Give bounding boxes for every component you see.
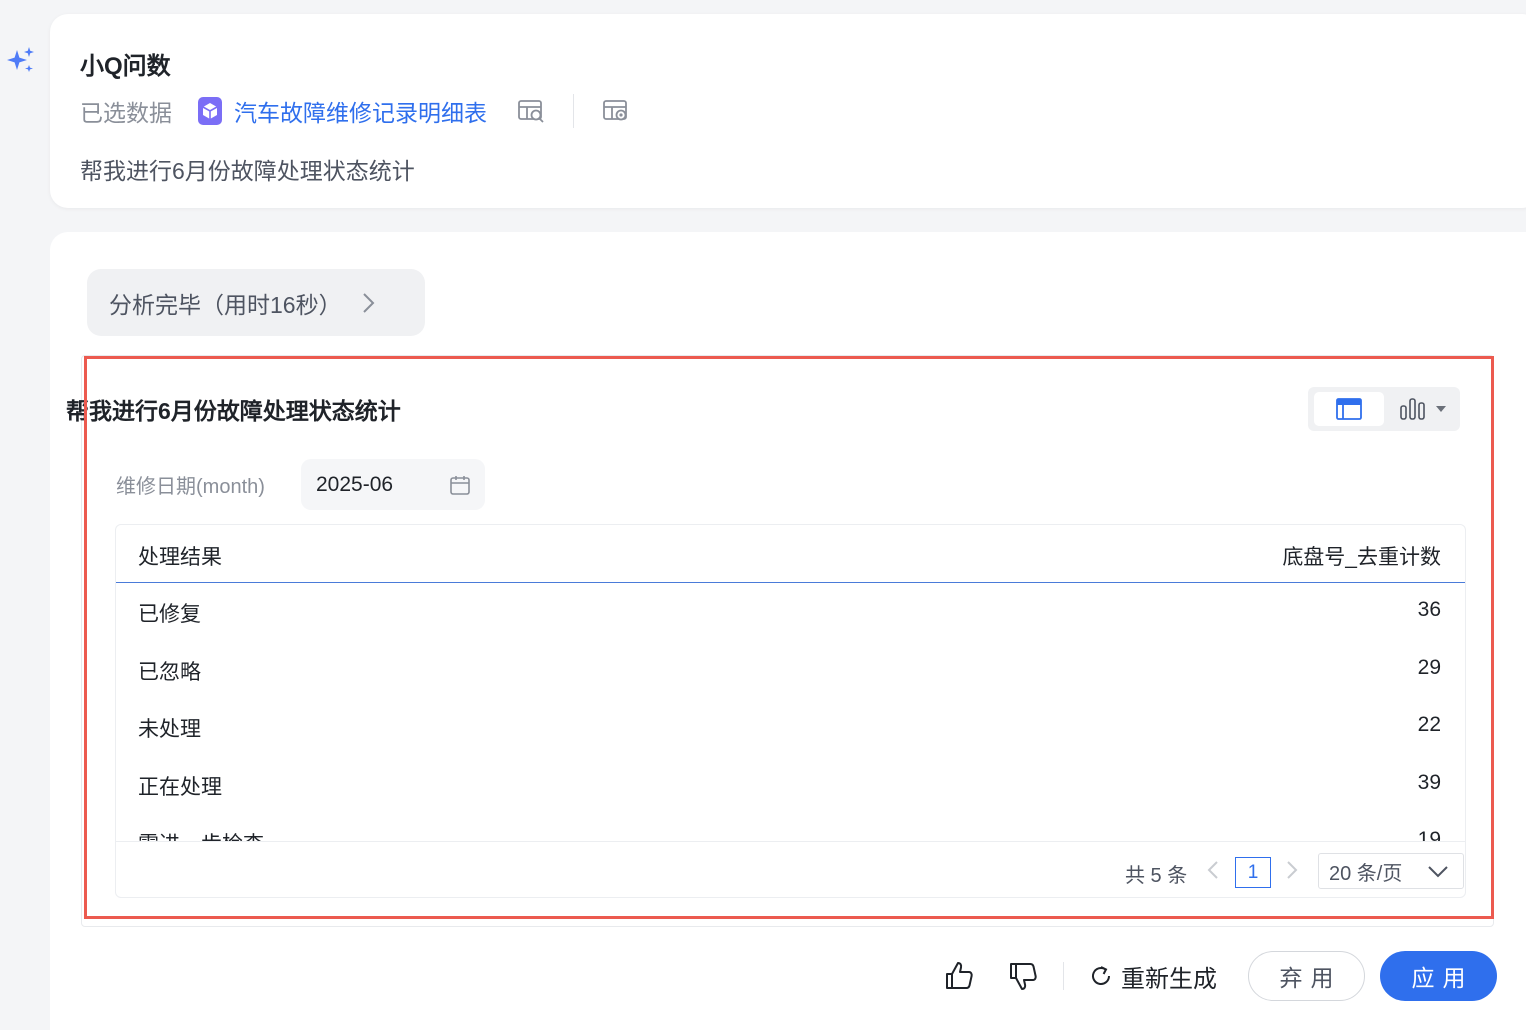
page-size-select[interactable]: 20 条/页 <box>1318 853 1464 889</box>
page: 小Q问数 已选数据 汽车故障维修记录明细表 帮我进行6月份故障处理状态统计 分析… <box>0 0 1526 1030</box>
cell-result: 已修复 <box>138 603 201 626</box>
column-header-result[interactable]: 处理结果 <box>138 541 222 571</box>
regenerate-button[interactable]: 重新生成 <box>1089 958 1217 994</box>
analysis-status-toggle[interactable]: 分析完毕（用时16秒） <box>87 269 425 336</box>
sparkle-icon <box>7 47 34 72</box>
dataset-name-link[interactable]: 汽车故障维修记录明细表 <box>234 94 487 128</box>
chevron-right-icon[interactable] <box>1281 857 1303 883</box>
cell-result: 已忽略 <box>138 660 201 684</box>
table-view-icon <box>1336 398 1362 420</box>
table-header: 处理结果 底盘号_去重计数 <box>116 525 1465 583</box>
column-header-count[interactable]: 底盘号_去重计数 <box>1282 541 1441 571</box>
table-view-button[interactable] <box>1314 392 1384 426</box>
result-title: 帮我进行6月份故障处理状态统计 <box>66 398 401 424</box>
filter-label: 维修日期(month) <box>116 476 265 498</box>
page-number-current[interactable]: 1 <box>1235 857 1271 888</box>
cell-count: 19 <box>1417 828 1441 841</box>
total-count: 共 5 条 <box>1125 865 1188 887</box>
analysis-status-text: 分析完毕（用时16秒） <box>109 291 342 318</box>
dataset-row: 已选数据 汽车故障维修记录明细表 <box>80 94 630 128</box>
cell-count: 29 <box>1417 655 1441 679</box>
table-row[interactable]: 正在处理 39 <box>116 756 1465 814</box>
question-text: 帮我进行6月份故障处理状态统计 <box>80 158 415 184</box>
cell-result: 正在处理 <box>138 775 222 799</box>
calendar-icon <box>450 475 470 495</box>
table-row[interactable]: 已修复 36 <box>116 583 1465 641</box>
refresh-icon <box>1092 966 1110 985</box>
thumbs-up-icon[interactable] <box>943 960 975 992</box>
cell-count: 39 <box>1417 770 1441 794</box>
cell-result: 需进一步检查 <box>138 828 264 841</box>
chevron-right-icon <box>362 292 375 313</box>
chevron-down-icon <box>1428 866 1448 878</box>
pagination: 共 5 条 1 20 条/页 <box>116 841 1465 897</box>
action-divider <box>1063 962 1064 990</box>
table-settings-icon[interactable] <box>602 97 630 125</box>
page-size-value: 20 条/页 <box>1329 862 1403 885</box>
table-row[interactable]: 需进一步检查 19 <box>116 813 1465 841</box>
cell-count: 22 <box>1417 713 1441 736</box>
dataset-label: 已选数据 <box>80 100 172 126</box>
apply-button[interactable]: 应用 <box>1380 951 1497 1001</box>
tool-divider <box>573 94 574 128</box>
table-body[interactable]: 已修复 36 已忽略 29 未处理 22 正在处理 39 需进一步检查 19 <box>116 583 1465 841</box>
month-date-picker[interactable]: 2025-06 <box>301 459 485 510</box>
table-row[interactable]: 已忽略 29 <box>116 641 1465 699</box>
discard-button[interactable]: 弃用 <box>1248 951 1365 1001</box>
regenerate-label: 重新生成 <box>1121 965 1217 993</box>
cube-icon <box>198 97 222 125</box>
result-table: 处理结果 底盘号_去重计数 已修复 36 已忽略 29 未处理 22 正在处理 … <box>115 524 1466 898</box>
view-switch <box>1308 387 1460 431</box>
table-search-icon[interactable] <box>517 97 545 125</box>
assistant-name: 小Q问数 <box>80 53 171 80</box>
bar-chart-icon <box>1400 398 1425 420</box>
caret-down-icon <box>1436 406 1446 412</box>
date-value: 2025-06 <box>316 472 394 496</box>
query-card: 小Q问数 已选数据 汽车故障维修记录明细表 帮我进行6月份故障处理状态统计 <box>50 14 1526 208</box>
cell-count: 36 <box>1417 598 1441 621</box>
chevron-left-icon[interactable] <box>1202 857 1224 883</box>
thumbs-down-icon[interactable] <box>1007 960 1039 992</box>
chart-view-button[interactable] <box>1394 392 1454 426</box>
table-row[interactable]: 未处理 22 <box>116 698 1465 756</box>
cell-result: 未处理 <box>138 718 201 741</box>
